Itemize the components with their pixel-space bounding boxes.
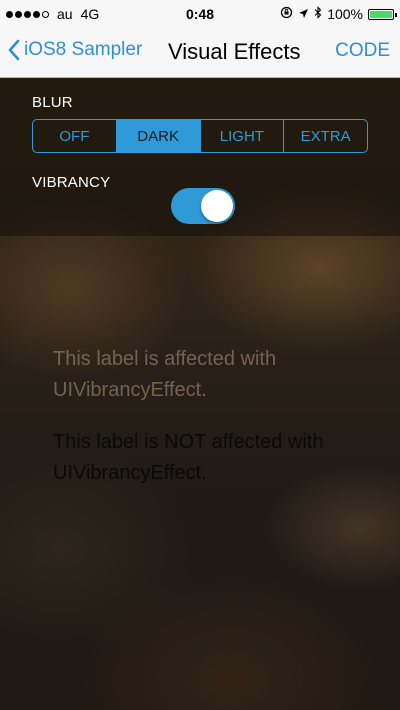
status-right: 100%	[280, 6, 397, 22]
bluetooth-icon	[314, 6, 322, 22]
chevron-left-icon	[8, 39, 20, 61]
toggle-knob	[201, 190, 233, 222]
blur-option-off[interactable]: OFF	[33, 120, 117, 152]
back-button[interactable]: iOS8 Sampler	[8, 39, 142, 61]
vibrancy-label: VIBRANCY	[32, 174, 111, 191]
code-button[interactable]: CODE	[335, 40, 390, 62]
plain-effect-label: This label is NOT affected with UIVibran…	[53, 431, 324, 484]
battery-level-fill	[370, 10, 392, 18]
blur-segmented-control: OFF DARK LIGHT EXTRA	[32, 119, 368, 153]
vibrancy-effect-label: This label is affected with UIVibrancyEf…	[53, 348, 277, 401]
vibrancy-toggle[interactable]	[171, 188, 235, 224]
blur-option-extra[interactable]: EXTRA	[284, 120, 367, 152]
battery-percent: 100%	[327, 6, 363, 22]
navigation-bar: iOS8 Sampler Visual Effects CODE	[0, 28, 400, 78]
blur-option-dark[interactable]: DARK	[116, 120, 201, 152]
blur-label: BLUR	[32, 94, 73, 111]
controls-panel: BLUR OFF DARK LIGHT EXTRA VIBRANCY	[0, 78, 400, 236]
visual-effect-content: BLUR OFF DARK LIGHT EXTRA VIBRANCY This …	[0, 78, 400, 710]
status-bar: au 4G 0:48 100%	[0, 0, 400, 28]
rotation-lock-icon	[280, 6, 293, 22]
page-title: Visual Effects	[168, 39, 301, 64]
blur-option-light[interactable]: LIGHT	[201, 120, 285, 152]
back-button-label: iOS8 Sampler	[24, 39, 143, 60]
battery-icon	[368, 8, 397, 20]
location-arrow-icon	[298, 6, 309, 22]
